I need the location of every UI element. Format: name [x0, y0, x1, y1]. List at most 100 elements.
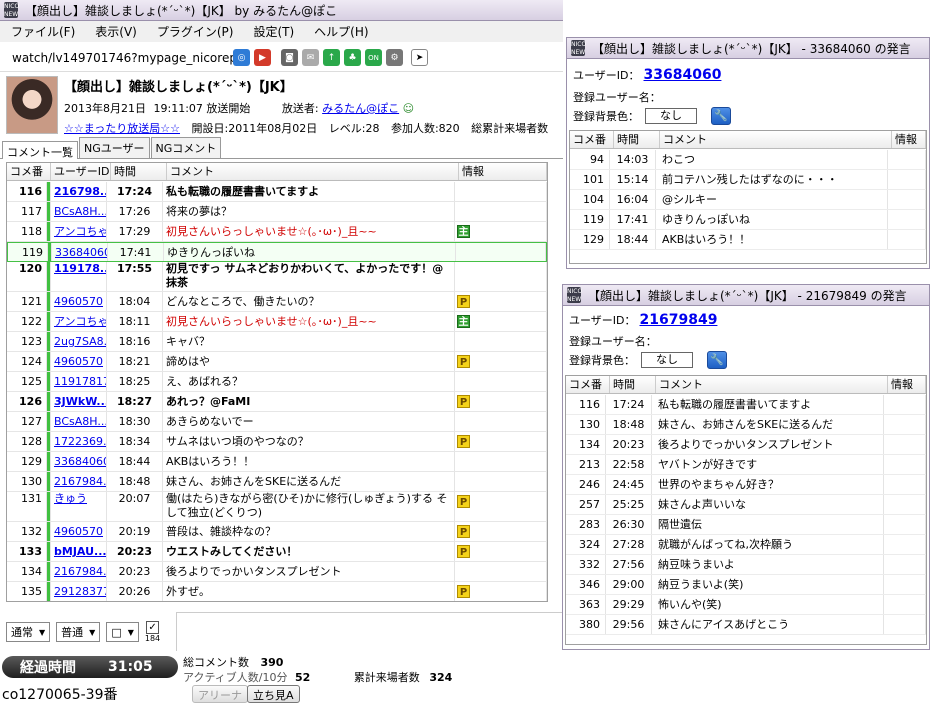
color-select[interactable]: □ ▼: [106, 622, 139, 642]
menu-plugin[interactable]: プラグイン(P): [146, 23, 243, 40]
standing-a-button[interactable]: 立ち見A: [247, 685, 300, 703]
popup2-comment-grid[interactable]: コメ番 時間 コメント 情報 116 17:24 私も転職の履歴書書いてますよ 130…: [565, 375, 927, 645]
user-id-link[interactable]: 3JWkW...: [51, 392, 107, 411]
user-id-link[interactable]: 2ug7SA8...: [51, 332, 107, 351]
table-row[interactable]: 117 BCsA8H... 17:26 将来の夢は？: [7, 202, 547, 222]
table-row[interactable]: 129 18:44 AKBはいろう！！: [570, 230, 926, 250]
main-titlebar[interactable]: NICO NEW 【顔出し】雑談しましょ(*´ᵕ`*)【JK】 by みるたん@ぽ…: [0, 0, 563, 21]
wrench-icon[interactable]: 🔧: [707, 351, 727, 369]
table-row[interactable]: 119 17:41 ゆきりんっぽいね: [570, 210, 926, 230]
user-id-link[interactable]: 2167984...: [51, 562, 107, 581]
broadcaster-link[interactable]: みるたん@ぽこ: [322, 102, 399, 115]
table-row[interactable]: 121 4960570 18:04 どんなところで、働きたいの？ P: [7, 292, 547, 312]
user-id-link[interactable]: 29128377: [51, 582, 107, 601]
command-select-1[interactable]: 通常 ▼: [6, 622, 51, 642]
table-row[interactable]: 116 216798... 17:24 私も転職の履歴書書いてますよ: [7, 182, 547, 202]
user-id-link[interactable]: 4960570: [51, 292, 107, 311]
popup1-comment-grid[interactable]: コメ番 時間 コメント 情報 94 14:03 わこつ 101 15:14 前コテハン残し…: [569, 130, 927, 264]
table-row[interactable]: 283 26:30 隔世遺伝: [566, 515, 926, 535]
table-row[interactable]: 129 33684060 18:44 AKBはいろう！！: [7, 452, 547, 472]
upload-icon[interactable]: ↑: [323, 49, 340, 66]
tree-icon[interactable]: ♣: [344, 49, 361, 66]
menu-help[interactable]: ヘルプ(H): [303, 23, 377, 40]
table-row[interactable]: 213 22:58 ヤバトンが好きです: [566, 455, 926, 475]
broadcaster-avatar[interactable]: [6, 76, 58, 134]
popup2-col-comment[interactable]: コメント: [656, 376, 888, 393]
community-link[interactable]: ☆☆まったり放送局☆☆: [64, 122, 180, 135]
user-id-link[interactable]: 33684060: [52, 243, 108, 261]
table-row[interactable]: 134 20:23 後ろよりでっかいタンスプレゼント: [566, 435, 926, 455]
user-id-link[interactable]: 216798...: [51, 182, 107, 201]
user-id-link[interactable]: BCsA8H...: [51, 412, 107, 431]
table-row[interactable]: 130 18:48 妹さん、お姉さんをSKEに送るんだ: [566, 415, 926, 435]
mail-icon[interactable]: ✉: [302, 49, 319, 66]
user-id-link[interactable]: 11917817: [51, 372, 107, 391]
table-row[interactable]: 101 15:14 前コテハン残したはずなのに・・・: [570, 170, 926, 190]
table-row[interactable]: 122アンコちゃ...18:11初見さんいらっしゃいませ☆(｡･ω･)_且~~主: [7, 312, 547, 332]
table-row[interactable]: 133 bMJAU... 20:23 ウエストみしてください！ P: [7, 542, 547, 562]
popup1-uid-link[interactable]: 33684060: [644, 67, 722, 83]
table-row[interactable]: 94 14:03 わこつ: [570, 150, 926, 170]
table-row[interactable]: 124 4960570 18:21 諦めはや P: [7, 352, 547, 372]
popup1-bg-value[interactable]: なし: [645, 108, 697, 124]
user-id-link[interactable]: きゅう: [51, 492, 107, 521]
user-id-link[interactable]: bMJAU...: [51, 542, 107, 561]
table-row[interactable]: 246 24:45 世界のやまちゃん好き？: [566, 475, 926, 495]
table-row[interactable]: 324 27:28 就職がんばってね,次枠願う: [566, 535, 926, 555]
camera-icon[interactable]: ◙: [281, 49, 298, 66]
table-row[interactable]: 1232ug7SA8...18:16キャバ？: [7, 332, 547, 352]
col-info[interactable]: 情報: [459, 163, 547, 180]
table-row[interactable]: 346 29:00 納豆うまいよ(笑): [566, 575, 926, 595]
popup1-col-comment[interactable]: コメント: [660, 131, 892, 148]
popup2-col-no[interactable]: コメ番: [566, 376, 610, 393]
url-input[interactable]: watch/lv149701746?mypage_nicorepo: [0, 51, 233, 65]
table-row[interactable]: 104 16:04 @シルキー: [570, 190, 926, 210]
popup2-col-time[interactable]: 時間: [610, 376, 656, 393]
table-row[interactable]: 332 27:56 納豆味うまいよ: [566, 555, 926, 575]
popup2-bg-value[interactable]: なし: [641, 352, 693, 368]
user-id-link[interactable]: 1722369...: [51, 432, 107, 451]
anonymous-checkbox[interactable]: ✓: [146, 621, 160, 634]
popup2-col-info[interactable]: 情報: [888, 376, 926, 393]
table-row[interactable]: 132 4960570 20:19 普段は、雑談枠なの？ P: [7, 522, 547, 542]
play-icon[interactable]: ▶: [254, 49, 271, 66]
command-select-2[interactable]: 普通 ▼: [56, 622, 101, 642]
col-uid[interactable]: ユーザーID: [51, 163, 111, 180]
tab-ng-comments[interactable]: NGコメント: [150, 137, 222, 158]
on-icon[interactable]: ON: [365, 49, 382, 66]
popup1-col-info[interactable]: 情報: [892, 131, 926, 148]
tab-comment-list[interactable]: コメント一覧: [2, 141, 78, 159]
table-row[interactable]: 1281722369...18:34サムネはいつ頃のやつなの？P: [7, 432, 547, 452]
wrench-icon[interactable]: 🔧: [711, 107, 731, 125]
table-row[interactable]: 119 33684060 17:41 ゆきりんっぽいね: [7, 242, 547, 262]
menu-settings[interactable]: 設定(T): [242, 23, 303, 40]
popup1-col-no[interactable]: コメ番: [570, 131, 614, 148]
popup2-titlebar[interactable]: NICO NEW 【顔出し】雑談しましょ(*´ᵕ`*)【JK】 - 2167984…: [563, 285, 929, 306]
user-id-link[interactable]: 33684060: [51, 452, 107, 471]
table-row[interactable]: 116 17:24 私も転職の履歴書書いてますよ: [566, 395, 926, 415]
popup2-uid-link[interactable]: 21679849: [640, 312, 718, 328]
popup1-col-time[interactable]: 時間: [614, 131, 660, 148]
user-id-link[interactable]: 2167984...: [51, 472, 107, 491]
user-id-link[interactable]: BCsA8H...: [51, 202, 107, 221]
user-id-link[interactable]: 119178...: [51, 262, 107, 291]
popup1-titlebar[interactable]: NICO NEW 【顔出し】雑談しましょ(*´ᵕ`*)【JK】 - 3368406…: [567, 38, 929, 59]
arena-button[interactable]: アリーナ: [192, 685, 248, 703]
menu-file[interactable]: ファイル(F): [0, 23, 84, 40]
col-no[interactable]: コメ番: [7, 163, 51, 180]
table-row[interactable]: 1302167984...18:48妹さん、お姉さんをSKEに送るんだ: [7, 472, 547, 492]
user-id-link[interactable]: アンコちゃ...: [51, 222, 107, 241]
table-row[interactable]: 380 29:56 妹さんにアイスあげとこう: [566, 615, 926, 635]
user-id-link[interactable]: 4960570: [51, 352, 107, 371]
globe-icon[interactable]: ◎: [233, 49, 250, 66]
table-row[interactable]: 125 11917817 18:25 え、あばれる？: [7, 372, 547, 392]
tab-ng-users[interactable]: NGユーザー: [79, 137, 150, 158]
table-row[interactable]: 131 きゅう 20:07 働(はたら)きながら密(ひそ)かに修行(しゅぎょう)する …: [7, 492, 547, 522]
col-time[interactable]: 時間: [111, 163, 167, 180]
table-row[interactable]: 120 119178... 17:55 初見ですっ サムネどおりかわいくて、よかったで…: [7, 262, 547, 292]
table-row[interactable]: 126 3JWkW... 18:27 あれっ？@FaMI P: [7, 392, 547, 412]
table-row[interactable]: 118アンコちゃ...17:29初見さんいらっしゃいませ☆(｡･ω･)_且~~主: [7, 222, 547, 242]
cursor-icon[interactable]: ➤: [411, 49, 428, 66]
table-row[interactable]: 135 29128377 20:26 外すぜ。 P: [7, 582, 547, 601]
comment-grid[interactable]: コメ番 ユーザーID 時間 コメント 情報 116 216798... 17:24 私…: [6, 162, 548, 602]
